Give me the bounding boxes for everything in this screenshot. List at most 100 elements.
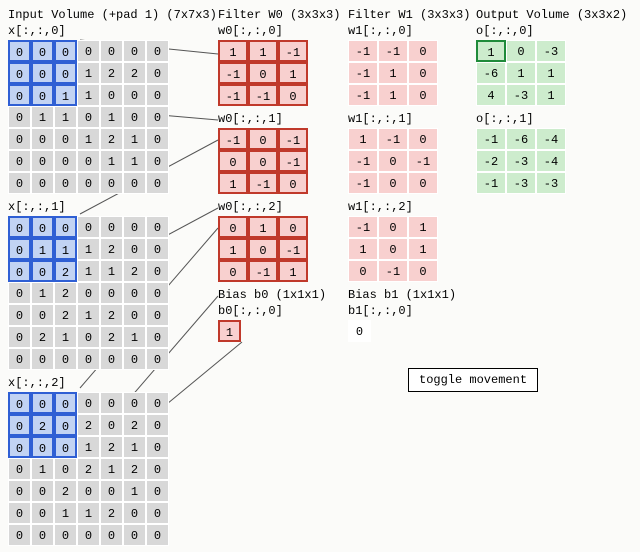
output-slice-label: o[:,:,1]	[476, 112, 626, 126]
input-cell: 0	[100, 348, 123, 370]
input-cell: 1	[123, 150, 146, 172]
input-cell: 1	[77, 62, 100, 84]
w1-cell: 1	[408, 238, 438, 260]
input-cell: 0	[31, 524, 54, 546]
w1-cell: -1	[348, 40, 378, 62]
input-cell: 1	[77, 436, 100, 458]
input-cell: 0	[54, 40, 77, 62]
bias-b0-title: Bias b0 (1x1x1)	[218, 288, 338, 302]
w1-cell: 1	[348, 128, 378, 150]
w0-cell: 0	[218, 150, 248, 172]
input-cell: 0	[31, 40, 54, 62]
w0-cell: -1	[218, 84, 248, 106]
input-cell: 2	[100, 304, 123, 326]
input-slice-label: x[:,:,1]	[8, 200, 208, 214]
input-cell: 2	[100, 128, 123, 150]
input-cell: 0	[77, 106, 100, 128]
input-cell: 0	[8, 106, 31, 128]
input-cell: 1	[123, 128, 146, 150]
input-cell: 1	[31, 282, 54, 304]
w1-cell: 0	[408, 62, 438, 84]
w0-cell: 0	[218, 260, 248, 282]
w0-cell: -1	[218, 128, 248, 150]
input-cell: 2	[123, 414, 146, 436]
input-cell: 0	[146, 348, 169, 370]
input-cell: 0	[146, 172, 169, 194]
w1-cell: 1	[378, 62, 408, 84]
input-cell: 0	[146, 326, 169, 348]
input-cell: 0	[100, 524, 123, 546]
output-cell: 0	[506, 40, 536, 62]
input-cell: 0	[8, 414, 31, 436]
bias-b1-cell: 0	[348, 320, 371, 342]
output-cell: -3	[506, 172, 536, 194]
input-cell: 0	[54, 216, 77, 238]
w0-cell: 0	[248, 62, 278, 84]
input-cell: 0	[123, 524, 146, 546]
w0-slice: w0[:,:,1]-10-100-11-10	[218, 112, 338, 194]
input-cell: 1	[100, 260, 123, 282]
input-cell: 0	[54, 414, 77, 436]
input-cell: 0	[146, 480, 169, 502]
w0-cell: -1	[278, 238, 308, 260]
input-cell: 0	[146, 502, 169, 524]
output-cell: -2	[476, 150, 506, 172]
w0-cell: -1	[278, 150, 308, 172]
input-cell: 0	[100, 84, 123, 106]
input-cell: 0	[146, 238, 169, 260]
input-cell: 0	[54, 172, 77, 194]
w0-cell: -1	[278, 128, 308, 150]
input-cell: 0	[8, 392, 31, 414]
input-cell: 2	[77, 458, 100, 480]
w0-cell: 1	[278, 62, 308, 84]
w1-cell: -1	[348, 172, 378, 194]
input-cell: 0	[31, 172, 54, 194]
w1-cell: 0	[378, 238, 408, 260]
w0-slice: w0[:,:,2]01010-10-11	[218, 200, 338, 282]
input-cell: 0	[146, 458, 169, 480]
output-cell: -1	[476, 128, 506, 150]
input-cell: 0	[100, 282, 123, 304]
output-cell: -3	[536, 40, 566, 62]
w1-cell: 0	[408, 260, 438, 282]
input-cell: 0	[77, 480, 100, 502]
output-cell: 1	[506, 62, 536, 84]
input-cell: 0	[146, 216, 169, 238]
input-cell: 0	[123, 282, 146, 304]
input-cell: 0	[31, 150, 54, 172]
output-cell: -3	[506, 84, 536, 106]
input-cell: 0	[77, 326, 100, 348]
input-cell: 0	[100, 40, 123, 62]
input-cell: 0	[146, 524, 169, 546]
w1-cell: 0	[378, 216, 408, 238]
w1-cell: -1	[408, 150, 438, 172]
input-slice: x[:,:,0]00000000001220001100001101000001…	[8, 24, 208, 194]
input-cell: 0	[77, 392, 100, 414]
output-cell: 1	[536, 84, 566, 106]
w1-cell: -1	[378, 260, 408, 282]
input-cell: 0	[31, 392, 54, 414]
input-cell: 0	[8, 238, 31, 260]
input-cell: 2	[54, 282, 77, 304]
input-cell: 0	[77, 40, 100, 62]
input-cell: 0	[123, 40, 146, 62]
input-cell: 2	[100, 502, 123, 524]
output-cell: -6	[476, 62, 506, 84]
input-cell: 2	[100, 326, 123, 348]
toggle-movement-button[interactable]: toggle movement	[408, 368, 538, 392]
input-cell: 0	[31, 128, 54, 150]
w0-slice: w0[:,:,0]11-1-101-1-10	[218, 24, 338, 106]
input-cell: 0	[77, 524, 100, 546]
input-cell: 1	[100, 150, 123, 172]
input-cell: 0	[54, 392, 77, 414]
input-cell: 2	[123, 260, 146, 282]
input-cell: 1	[123, 480, 146, 502]
input-cell: 0	[123, 216, 146, 238]
input-cell: 0	[31, 304, 54, 326]
input-slice-label: x[:,:,2]	[8, 376, 208, 390]
input-cell: 1	[54, 326, 77, 348]
w1-cell: 0	[408, 84, 438, 106]
input-cell: 0	[77, 348, 100, 370]
output-cell: -4	[536, 128, 566, 150]
input-cell: 0	[54, 458, 77, 480]
